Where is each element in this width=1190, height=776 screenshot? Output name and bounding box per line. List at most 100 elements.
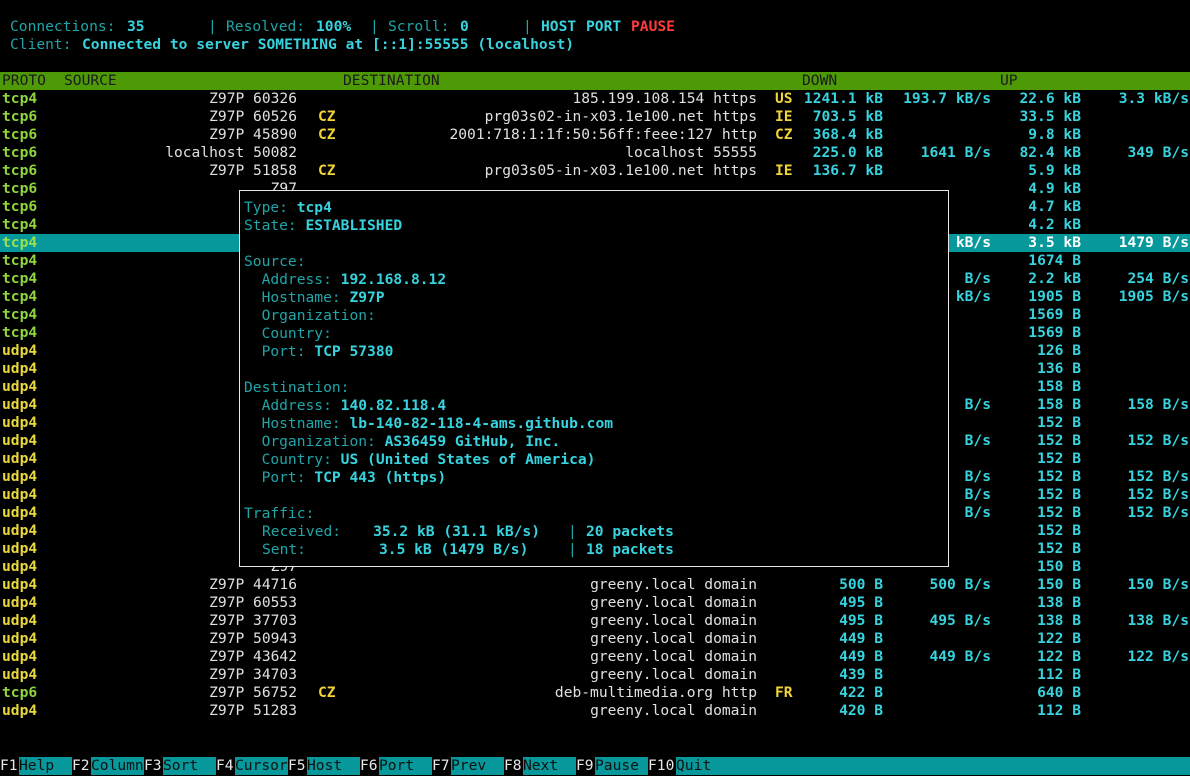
column-header-down[interactable]: DOWN bbox=[802, 72, 837, 90]
cell-proto: udp4 bbox=[2, 342, 38, 359]
connection-row[interactable]: udp4 Z97P 51283 greeny.local domain 420 B 11… bbox=[0, 702, 1190, 720]
column-header-proto[interactable]: PROTO bbox=[2, 72, 46, 90]
fkey-f8: F8 bbox=[504, 757, 522, 774]
fkey-quit-button[interactable]: Quit bbox=[676, 757, 712, 775]
column-header-up[interactable]: UP bbox=[1000, 72, 1018, 90]
value: TCP 57380 bbox=[314, 343, 394, 360]
cell-dst-cc: US bbox=[775, 90, 793, 107]
source-heading: Source: bbox=[244, 253, 306, 270]
cell-source: localhost 50082 bbox=[165, 144, 297, 161]
label: Organization: bbox=[261, 307, 376, 324]
table-header: PROTO SOURCE DESTINATION DOWN UP bbox=[0, 72, 1190, 90]
resolved-label: Resolved: bbox=[226, 18, 306, 35]
cell-proto: udp4 bbox=[2, 450, 38, 467]
cell-up-rate: 122 B/s bbox=[1127, 648, 1189, 665]
connection-row[interactable]: tcp4 Z97P 60326 185.199.108.154 https US 124… bbox=[0, 90, 1190, 108]
label: State: bbox=[244, 217, 297, 234]
cell-up: 1569 B bbox=[1028, 324, 1081, 341]
cell-up: 3.5 kB bbox=[1028, 234, 1081, 251]
cell-up: 150 B bbox=[1037, 558, 1081, 575]
connection-row[interactable]: udp4 Z97P 44716 greeny.local domain 500 B 50… bbox=[0, 576, 1190, 594]
source-country: Country: bbox=[244, 325, 341, 343]
fkey-sort-button[interactable]: Sort bbox=[163, 757, 216, 775]
cell-down: 136.7 kB bbox=[812, 162, 883, 179]
fkey-host-button[interactable]: Host bbox=[307, 757, 360, 775]
cell-proto: tcp4 bbox=[2, 90, 38, 107]
cell-proto: tcp6 bbox=[2, 684, 38, 701]
cell-up: 150 B bbox=[1037, 576, 1081, 593]
cell-proto: tcp6 bbox=[2, 126, 38, 143]
cell-proto: udp4 bbox=[2, 558, 38, 575]
host-flag: HOST bbox=[541, 18, 577, 35]
cell-down-rate: B/s bbox=[964, 468, 991, 485]
connection-row[interactable]: udp4 Z97P 50943 greeny.local domain 449 B 12… bbox=[0, 630, 1190, 648]
cell-up-rate: 1479 B/s bbox=[1118, 234, 1189, 251]
cell-dest: 2001:718:1:1f:50:56ff:feee:127 http bbox=[449, 126, 757, 143]
source-organization: Organization: bbox=[244, 307, 385, 325]
cell-down-rate: B/s bbox=[964, 270, 991, 287]
fkey-prev-button[interactable]: Prev bbox=[451, 757, 504, 775]
fkey-f10: F10 bbox=[648, 757, 675, 774]
traffic-received: Received: 35.2 kB (31.1 kB/s) | 20 packe… bbox=[244, 523, 944, 541]
client-label: Client: bbox=[10, 36, 72, 53]
cell-up: 112 B bbox=[1037, 666, 1081, 683]
connection-row[interactable]: udp4 Z97P 37703 greeny.local domain 495 B 49… bbox=[0, 612, 1190, 630]
traffic-sent: Sent: 3.5 kB (1479 B/s) | 18 packets bbox=[244, 541, 944, 559]
separator: | bbox=[208, 18, 217, 35]
cell-up: 158 B bbox=[1037, 396, 1081, 413]
connection-row[interactable]: udp4 Z97P 43642 greeny.local domain 449 B 44… bbox=[0, 648, 1190, 666]
fkey-next-button[interactable]: Next bbox=[523, 757, 576, 775]
fkey-help-button[interactable]: Help bbox=[19, 757, 72, 775]
connection-row[interactable]: tcp6 localhost 50082 localhost 55555 225.0 … bbox=[0, 144, 1190, 162]
cell-up: 9.8 kB bbox=[1028, 126, 1081, 143]
cell-dest: 185.199.108.154 https bbox=[572, 90, 757, 107]
cell-down-rate: B/s bbox=[964, 486, 991, 503]
cell-up: 122 B bbox=[1037, 630, 1081, 647]
value: TCP 443 (https) bbox=[314, 469, 447, 486]
destination-organization: Organization: AS36459 GitHub, Inc. bbox=[244, 433, 561, 451]
fkey-port-button[interactable]: Port bbox=[379, 757, 432, 775]
cell-down: 422 B bbox=[839, 684, 883, 701]
cell-down-rate: 500 B/s bbox=[929, 576, 991, 593]
cell-up: 1569 B bbox=[1028, 306, 1081, 323]
cell-proto: udp4 bbox=[2, 396, 38, 413]
connection-row[interactable]: tcp6 Z97P 51858 CZ prg03s05-in-x03.1e100.ne… bbox=[0, 162, 1190, 180]
label: Country: bbox=[261, 325, 332, 342]
sent-packets: 18 packets bbox=[586, 541, 674, 558]
fkey-f5: F5 bbox=[288, 757, 306, 774]
cell-proto: tcp6 bbox=[2, 162, 38, 179]
cell-dest: greeny.local domain bbox=[590, 594, 757, 611]
fkey-cursor-button[interactable]: Cursor bbox=[235, 757, 288, 775]
connection-row[interactable]: tcp6 Z97P 60526 CZ prg03s02-in-x03.1e100.ne… bbox=[0, 108, 1190, 126]
separator: | bbox=[568, 523, 577, 540]
connection-row[interactable]: tcp6 Z97P 56752 CZ deb-multimedia.org http F… bbox=[0, 684, 1190, 702]
column-header-source[interactable]: SOURCE bbox=[64, 72, 117, 90]
cell-up-rate: 152 B/s bbox=[1127, 504, 1189, 521]
destination-heading: Destination: bbox=[244, 379, 350, 396]
cell-source: Z97P 51283 bbox=[209, 702, 297, 719]
cell-up: 138 B bbox=[1037, 612, 1081, 629]
cell-down: 500 B bbox=[839, 576, 883, 593]
fkey-pause-button[interactable]: Pause bbox=[595, 757, 648, 775]
connection-row[interactable]: udp4 Z97P 60553 greeny.local domain 495 B 13… bbox=[0, 594, 1190, 612]
source-port: Port: TCP 57380 bbox=[244, 343, 394, 361]
cell-down-rate: B/s bbox=[964, 396, 991, 413]
cell-down: 495 B bbox=[839, 612, 883, 629]
cell-dest: localhost 55555 bbox=[625, 144, 757, 161]
connection-row[interactable]: tcp6 Z97P 45890 CZ 2001:718:1:1f:50:56ff:fe… bbox=[0, 126, 1190, 144]
fkey-f4: F4 bbox=[216, 757, 234, 774]
column-header-destination[interactable]: DESTINATION bbox=[343, 72, 440, 90]
fkey-column-button[interactable]: Column bbox=[91, 757, 144, 775]
cell-src-cc: CZ bbox=[318, 126, 336, 143]
status-line: Connections: 35 | Resolved: 100% | Scrol… bbox=[0, 18, 1190, 36]
cell-up-rate: 349 B/s bbox=[1127, 144, 1189, 161]
cell-dest: greeny.local domain bbox=[590, 666, 757, 683]
client-status: Connected to server SOMETHING at [::1]:5… bbox=[82, 36, 575, 53]
cell-up: 1905 B bbox=[1028, 288, 1081, 305]
cell-down-rate: 495 B/s bbox=[929, 612, 991, 629]
connection-row[interactable]: udp4 Z97P 34703 greeny.local domain 439 B 11… bbox=[0, 666, 1190, 684]
cell-up-rate: 152 B/s bbox=[1127, 468, 1189, 485]
label: Address: bbox=[261, 397, 332, 414]
resolved-value: 100% bbox=[316, 18, 352, 35]
destination-hostname: Hostname: lb-140-82-118-4-ams.github.com bbox=[244, 415, 613, 433]
